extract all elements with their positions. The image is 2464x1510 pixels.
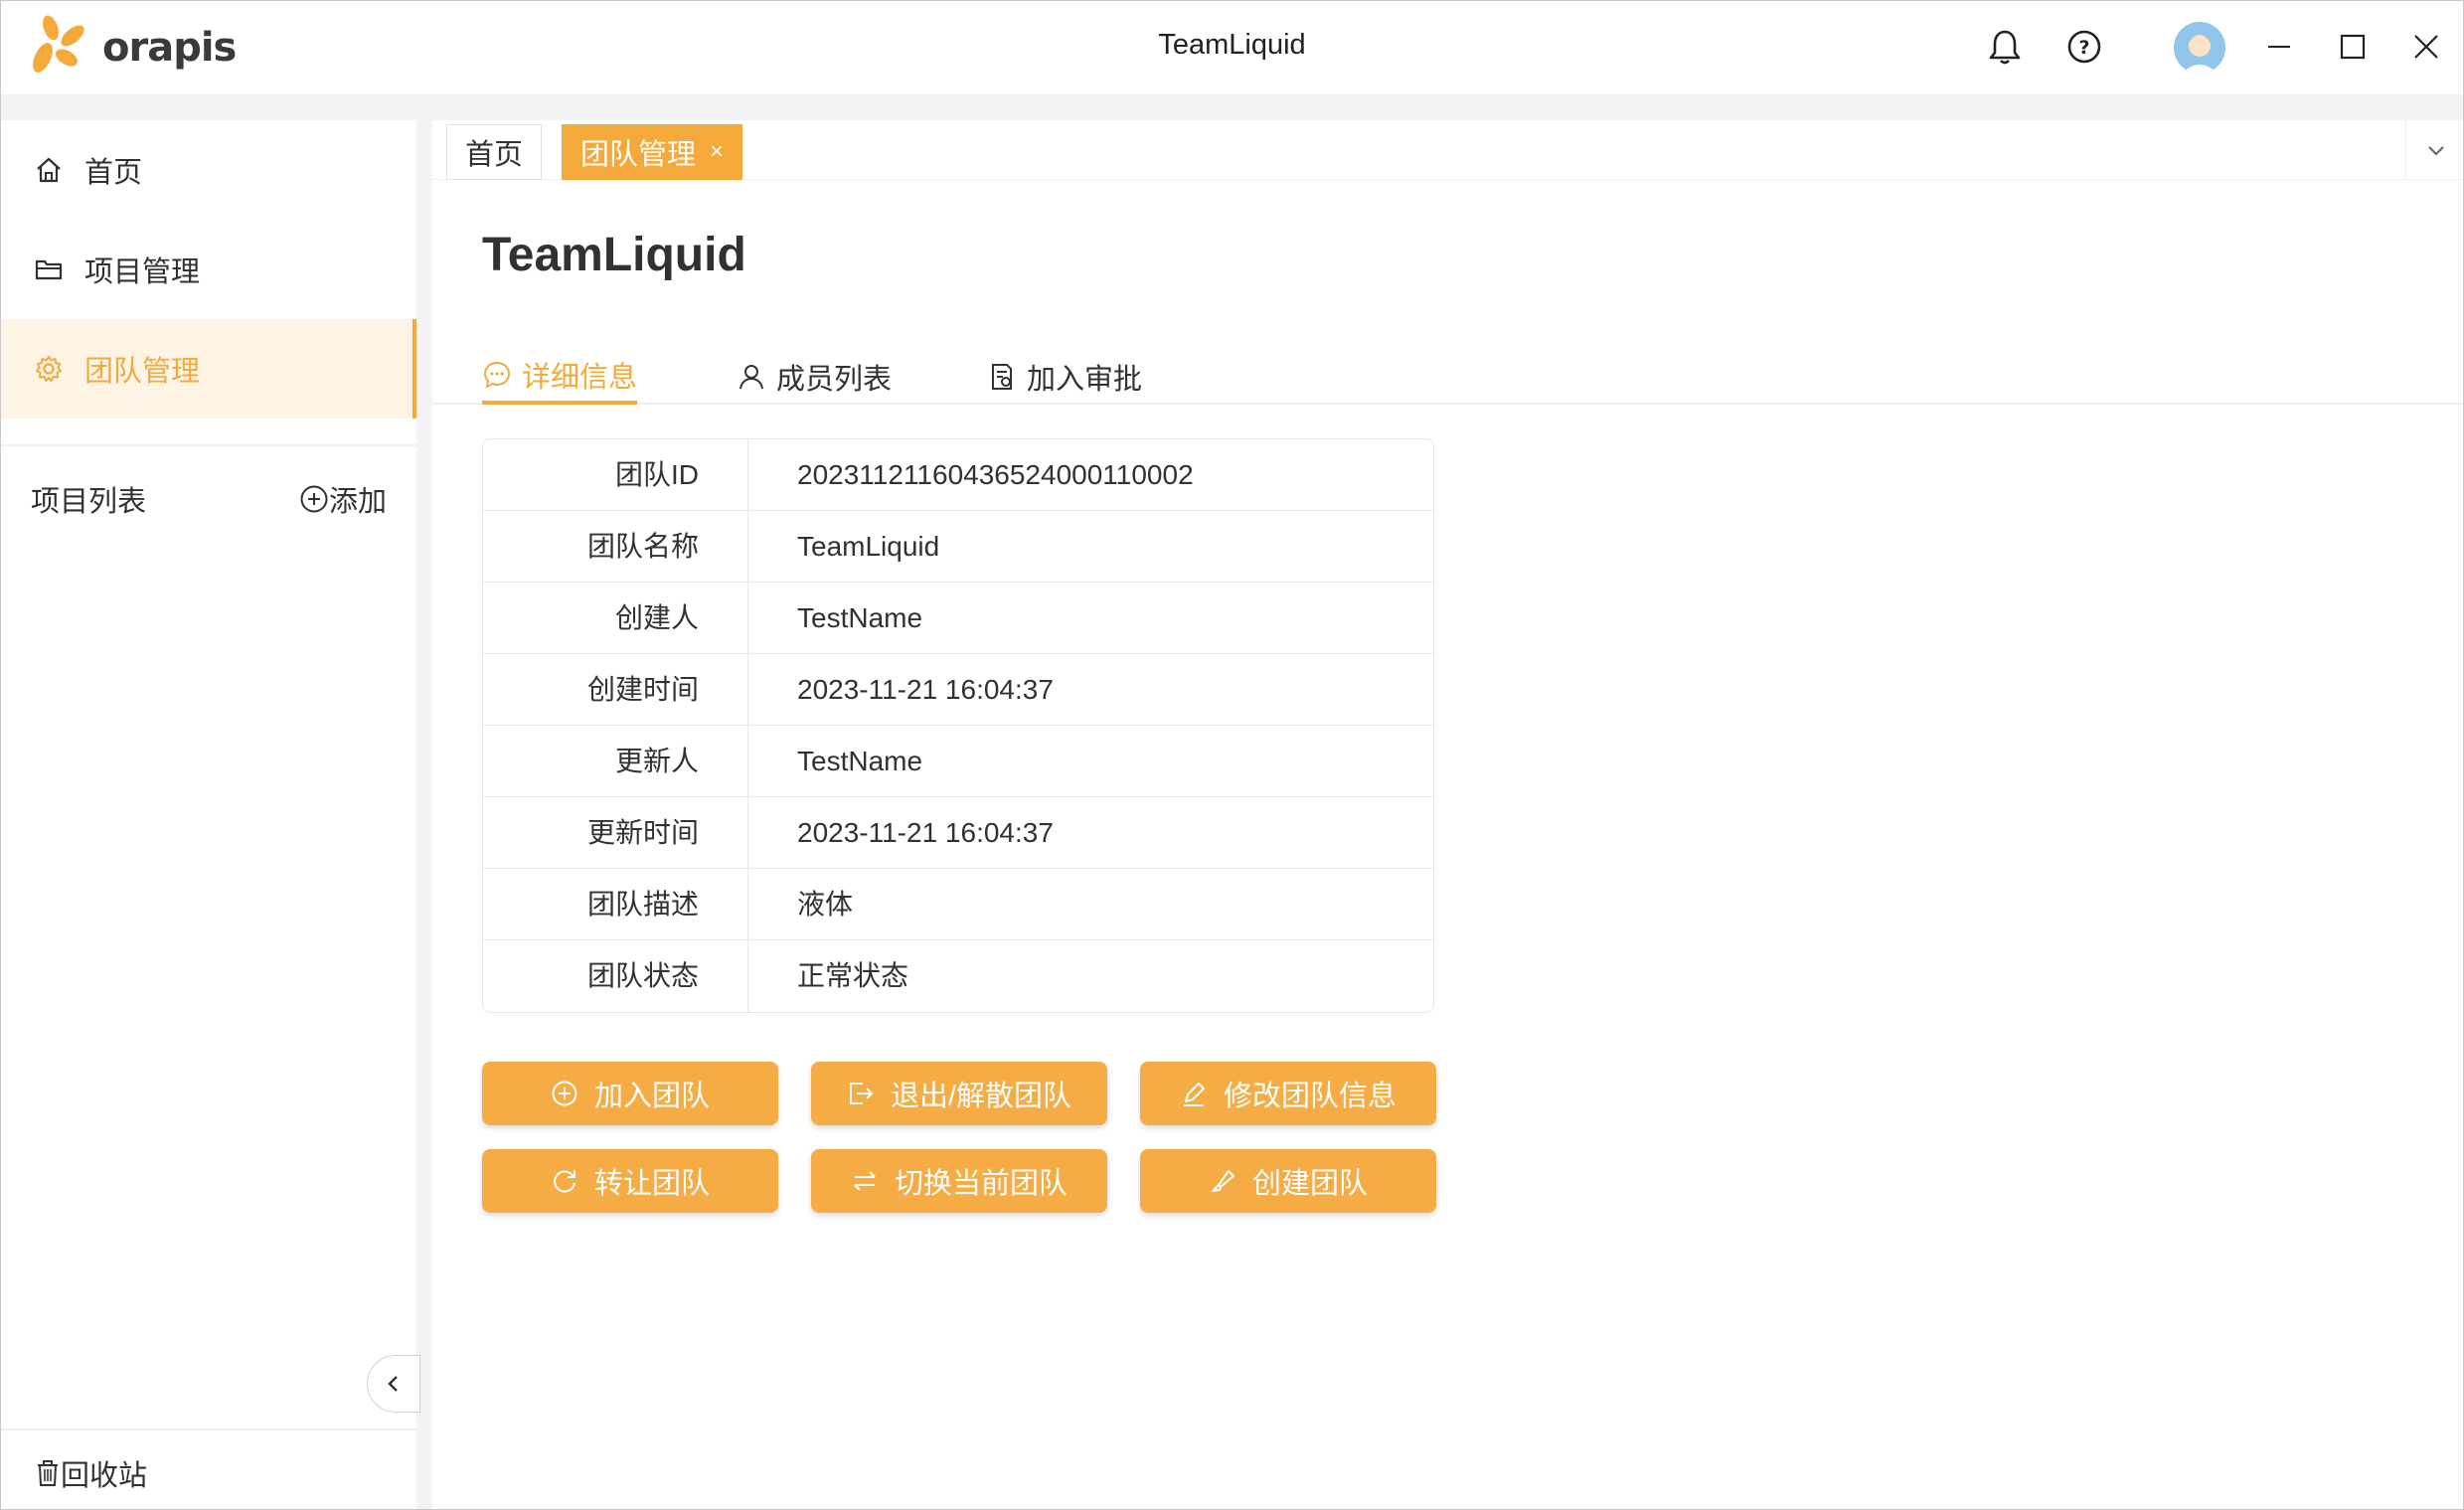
sidebar-item-label: 首页 <box>84 157 143 189</box>
row-label: 更新人 <box>483 726 748 796</box>
tab-details[interactable]: 详细信息 <box>482 349 638 405</box>
switch-icon <box>851 1167 879 1195</box>
chevron-down-icon <box>2427 146 2444 156</box>
recycle-bin-label: 回收站 <box>61 1460 148 1492</box>
svg-text:?: ? <box>2078 37 2089 59</box>
brush-icon <box>1209 1167 1236 1195</box>
recycle-bin-button[interactable]: 回收站 <box>35 1452 147 1494</box>
title-bar: orapis TeamLiquid ? <box>1 1 2463 95</box>
button-label: 转让团队 <box>593 1168 710 1200</box>
collapse-sidebar-button[interactable] <box>367 1355 420 1413</box>
row-label: 创建时间 <box>483 654 748 725</box>
sidebar-item-projects[interactable]: 项目管理 <box>1 220 416 319</box>
sidebar-item-home[interactable]: 首页 <box>1 120 416 220</box>
tabs-dropdown-button[interactable] <box>2405 120 2463 180</box>
table-row: 团队名称 TeamLiquid <box>483 511 1433 583</box>
tab-close-icon[interactable]: × <box>710 138 724 166</box>
home-icon <box>33 154 65 186</box>
switch-team-button[interactable]: 切换当前团队 <box>811 1149 1107 1213</box>
close-window-button[interactable] <box>2406 27 2446 67</box>
table-row: 团队描述 液体 <box>483 869 1433 940</box>
divider <box>1 444 416 446</box>
join-team-button[interactable]: 加入团队 <box>482 1062 778 1125</box>
project-list-title: 项目列表 <box>31 486 147 518</box>
table-row: 更新时间 2023-11-21 16:04:37 <box>483 797 1433 869</box>
maximize-icon <box>2340 34 2366 60</box>
refresh-icon <box>551 1167 578 1195</box>
row-value: 液体 <box>797 889 854 920</box>
avatar-icon <box>2174 22 2225 74</box>
add-project-label: 添加 <box>329 486 388 518</box>
table-row: 团队ID 20231121160436524000110002 <box>483 439 1433 511</box>
page-tabs-bar: 首页 团队管理 × <box>432 120 2463 180</box>
row-value: TestName <box>797 602 923 633</box>
divider <box>1 1428 416 1430</box>
notification-button[interactable] <box>1985 27 2025 67</box>
document-icon <box>987 362 1017 392</box>
row-value: 20231121160436524000110002 <box>797 459 1194 490</box>
sidebar-item-label: 项目管理 <box>84 256 201 288</box>
row-value: TestName <box>797 746 923 776</box>
minimize-button[interactable] <box>2259 27 2299 67</box>
row-label: 创建人 <box>483 583 748 653</box>
row-label: 更新时间 <box>483 797 748 868</box>
chevron-left-icon <box>388 1376 398 1392</box>
detail-tabs: 详细信息 成员列表 加入审批 <box>432 339 2463 405</box>
table-row: 更新人 TestName <box>483 726 1433 797</box>
tab-label: 首页 <box>465 139 524 171</box>
edit-team-button[interactable]: 修改团队信息 <box>1140 1062 1436 1125</box>
tab-members[interactable]: 成员列表 <box>737 349 892 405</box>
main-content: 首页 团队管理 × TeamLiquid 详细信息 成员列表 加入审批 团队ID… <box>432 120 2463 1509</box>
trash-icon <box>38 1460 58 1486</box>
minimize-icon <box>2268 46 2290 48</box>
close-icon <box>2414 35 2438 59</box>
transfer-team-button[interactable]: 转让团队 <box>482 1149 778 1213</box>
avatar[interactable] <box>2174 22 2225 74</box>
tab-label: 成员列表 <box>776 364 893 396</box>
row-label: 团队描述 <box>483 869 748 939</box>
button-label: 创建团队 <box>1251 1168 1368 1200</box>
button-label: 退出/解散团队 <box>890 1081 1072 1112</box>
tab-team-management[interactable]: 团队管理 × <box>562 124 743 180</box>
help-icon: ? <box>2067 30 2101 64</box>
team-details-table: 团队ID 20231121160436524000110002 团队名称 Tea… <box>482 438 1434 1013</box>
help-button[interactable]: ? <box>2064 27 2104 67</box>
row-value: 正常状态 <box>797 960 909 991</box>
bell-icon <box>1989 30 2021 65</box>
button-label: 加入团队 <box>593 1081 710 1112</box>
plus-circle-icon <box>300 485 328 513</box>
table-row: 团队状态 正常状态 <box>483 940 1433 1012</box>
row-label: 团队名称 <box>483 511 748 582</box>
row-value: 2023-11-21 16:04:37 <box>797 674 1054 705</box>
app-window: orapis TeamLiquid ? 首页 项目管理 团队管理 项目列表 添加… <box>0 0 2464 1510</box>
tab-label: 团队管理 <box>580 139 697 171</box>
gear-icon <box>33 353 65 385</box>
sidebar: 首页 项目管理 团队管理 项目列表 添加 回收站 <box>1 120 420 1509</box>
leave-team-button[interactable]: 退出/解散团队 <box>811 1062 1107 1125</box>
row-value: TeamLiquid <box>797 531 940 562</box>
create-team-button[interactable]: 创建团队 <box>1140 1149 1436 1213</box>
maximize-button[interactable] <box>2333 27 2373 67</box>
row-value: 2023-11-21 16:04:37 <box>797 817 1054 848</box>
exit-icon <box>847 1080 875 1107</box>
tab-label: 加入审批 <box>1027 364 1143 396</box>
add-project-button[interactable]: 添加 <box>299 478 387 520</box>
plus-circle-icon <box>551 1080 578 1107</box>
folder-icon <box>33 253 65 285</box>
edit-icon <box>1180 1080 1208 1107</box>
row-label: 团队状态 <box>483 940 748 1012</box>
sidebar-item-label: 团队管理 <box>84 356 201 388</box>
table-row: 创建时间 2023-11-21 16:04:37 <box>483 654 1433 726</box>
user-icon <box>737 362 766 392</box>
row-label: 团队ID <box>483 439 748 510</box>
chat-icon <box>482 360 512 390</box>
tab-home[interactable]: 首页 <box>446 124 543 180</box>
button-label: 修改团队信息 <box>1223 1081 1396 1112</box>
sidebar-item-team[interactable]: 团队管理 <box>1 319 416 419</box>
button-label: 切换当前团队 <box>894 1168 1068 1200</box>
tab-join-approval[interactable]: 加入审批 <box>987 349 1142 405</box>
table-row: 创建人 TestName <box>483 583 1433 654</box>
page-title: TeamLiquid <box>482 229 746 281</box>
tab-label: 详细信息 <box>522 362 638 394</box>
